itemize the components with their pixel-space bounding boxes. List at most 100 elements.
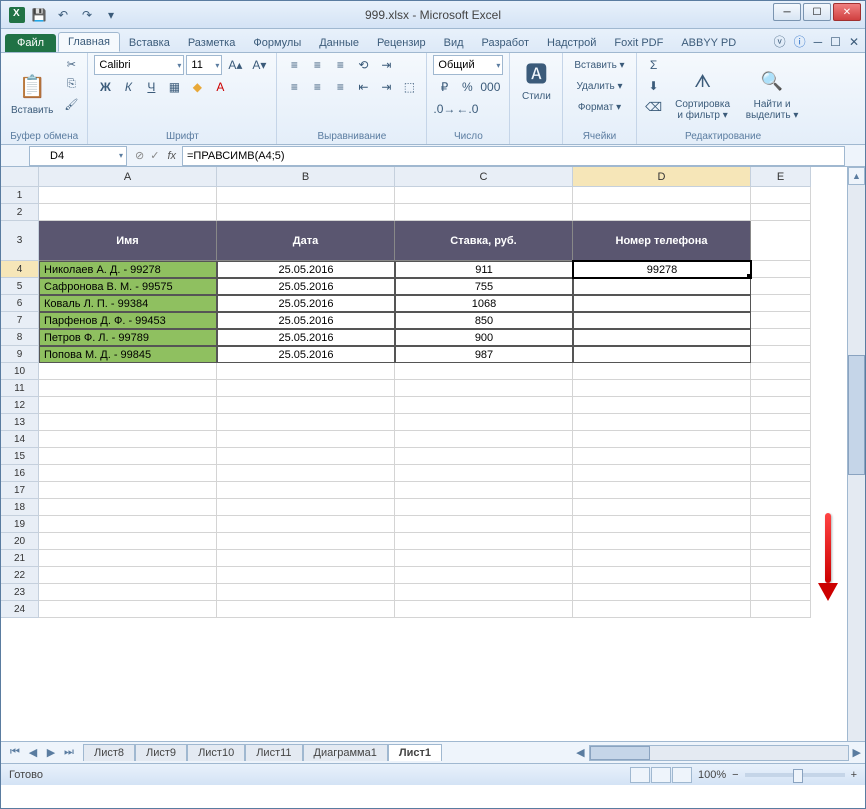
sheet-prev-icon[interactable]: ◀ [25, 746, 41, 759]
row-header-15[interactable]: 15 [1, 448, 39, 465]
tab-layout[interactable]: Разметка [179, 34, 245, 52]
cell-E24[interactable] [751, 601, 811, 618]
cell-B24[interactable] [217, 601, 395, 618]
underline-icon[interactable]: Ч [140, 77, 162, 97]
cell-D6[interactable] [573, 295, 751, 312]
sheet-tab-Лист10[interactable]: Лист10 [187, 744, 245, 761]
cell-E22[interactable] [751, 567, 811, 584]
font-size-combo[interactable]: 11 [186, 55, 222, 75]
inc-decimal-icon[interactable]: .0→ [433, 99, 455, 119]
cell-E5[interactable] [751, 278, 811, 295]
cell-B18[interactable] [217, 499, 395, 516]
cell-E20[interactable] [751, 533, 811, 550]
cell-D22[interactable] [573, 567, 751, 584]
scroll-up-icon[interactable]: ▲ [848, 167, 865, 185]
zoom-out-icon[interactable]: − [732, 769, 738, 781]
cell-C20[interactable] [395, 533, 573, 550]
sheet-next-icon[interactable]: ▶ [43, 746, 59, 759]
cell-D15[interactable] [573, 448, 751, 465]
cell-D9[interactable] [573, 346, 751, 363]
cell-B17[interactable] [217, 482, 395, 499]
cell-B9[interactable]: 25.05.2016 [217, 346, 395, 363]
cell-E12[interactable] [751, 397, 811, 414]
orientation-icon[interactable]: ⟲ [352, 55, 374, 75]
row-header-13[interactable]: 13 [1, 414, 39, 431]
hscroll-thumb[interactable] [590, 746, 650, 760]
cell-A10[interactable] [39, 363, 217, 380]
align-left-icon[interactable]: ≡ [283, 77, 305, 97]
row-header-19[interactable]: 19 [1, 516, 39, 533]
qat-redo-icon[interactable]: ↷ [77, 5, 97, 25]
name-box[interactable]: D4 [29, 146, 127, 166]
cell-A15[interactable] [39, 448, 217, 465]
qat-save-icon[interactable]: 💾 [29, 5, 49, 25]
tab-formulas[interactable]: Формулы [244, 34, 310, 52]
cell-B23[interactable] [217, 584, 395, 601]
row-header-18[interactable]: 18 [1, 499, 39, 516]
row-header-22[interactable]: 22 [1, 567, 39, 584]
fill-icon[interactable]: ⬇ [643, 76, 665, 96]
cell-C2[interactable] [395, 204, 573, 221]
wrap-text-icon[interactable]: ⇥ [375, 55, 397, 75]
cell-D24[interactable] [573, 601, 751, 618]
cell-B16[interactable] [217, 465, 395, 482]
indent-dec-icon[interactable]: ⇤ [352, 77, 374, 97]
zoom-slider[interactable] [745, 773, 845, 777]
doc-close-icon[interactable]: ✕ [849, 35, 859, 49]
qat-more-icon[interactable]: ▾ [101, 5, 121, 25]
cell-B13[interactable] [217, 414, 395, 431]
italic-icon[interactable]: К [117, 77, 139, 97]
row-header-2[interactable]: 2 [1, 204, 39, 221]
cell-E1[interactable] [751, 187, 811, 204]
row-header-23[interactable]: 23 [1, 584, 39, 601]
horizontal-scrollbar[interactable]: ◀ ▶ [442, 745, 865, 761]
row-header-17[interactable]: 17 [1, 482, 39, 499]
cell-A24[interactable] [39, 601, 217, 618]
cell-A7[interactable]: Парфенов Д. Ф. - 99453 [39, 312, 217, 329]
cell-C18[interactable] [395, 499, 573, 516]
font-color-icon[interactable]: A [209, 77, 231, 97]
sort-filter-button[interactable]: ᗑ Сортировка и фильтр ▾ [669, 55, 737, 131]
cell-D23[interactable] [573, 584, 751, 601]
cell-B2[interactable] [217, 204, 395, 221]
cell-A11[interactable] [39, 380, 217, 397]
col-header-E[interactable]: E [751, 167, 811, 187]
row-header-3[interactable]: 3 [1, 221, 39, 261]
cell-A19[interactable] [39, 516, 217, 533]
cell-A3[interactable]: Имя [39, 221, 217, 261]
cut-icon[interactable]: ✂ [61, 55, 81, 73]
cell-A8[interactable]: Петров Ф. Л. - 99789 [39, 329, 217, 346]
cell-B1[interactable] [217, 187, 395, 204]
clear-icon[interactable]: ⌫ [643, 97, 665, 117]
formula-input[interactable]: =ПРАВСИМВ(A4;5) [182, 146, 845, 166]
cell-D10[interactable] [573, 363, 751, 380]
col-header-D[interactable]: D [573, 167, 751, 187]
copy-icon[interactable]: ⎘ [61, 75, 81, 93]
row-header-1[interactable]: 1 [1, 187, 39, 204]
cell-D14[interactable] [573, 431, 751, 448]
cell-E11[interactable] [751, 380, 811, 397]
col-header-C[interactable]: C [395, 167, 573, 187]
format-painter-icon[interactable]: 🖌 [61, 95, 81, 113]
tab-insert[interactable]: Вставка [120, 34, 179, 52]
cell-D5[interactable] [573, 278, 751, 295]
cell-C15[interactable] [395, 448, 573, 465]
maximize-button[interactable]: ☐ [803, 3, 831, 21]
sheet-first-icon[interactable]: ⏮ [7, 746, 23, 759]
select-all-corner[interactable] [1, 167, 39, 187]
ribbon-minimize-icon[interactable]: ⓥ [774, 33, 786, 50]
view-normal-icon[interactable] [630, 767, 650, 783]
cell-A18[interactable] [39, 499, 217, 516]
grow-font-icon[interactable]: A▴ [224, 55, 246, 75]
align-bottom-icon[interactable]: ≡ [329, 55, 351, 75]
tab-addins[interactable]: Надстрой [538, 34, 605, 52]
cell-A16[interactable] [39, 465, 217, 482]
row-header-12[interactable]: 12 [1, 397, 39, 414]
cell-E13[interactable] [751, 414, 811, 431]
tab-review[interactable]: Рецензир [368, 34, 435, 52]
sheet-last-icon[interactable]: ⏭ [61, 746, 77, 759]
cell-A20[interactable] [39, 533, 217, 550]
cell-E3[interactable] [751, 221, 811, 261]
cell-B4[interactable]: 25.05.2016 [217, 261, 395, 278]
number-format-combo[interactable]: Общий [433, 55, 503, 75]
